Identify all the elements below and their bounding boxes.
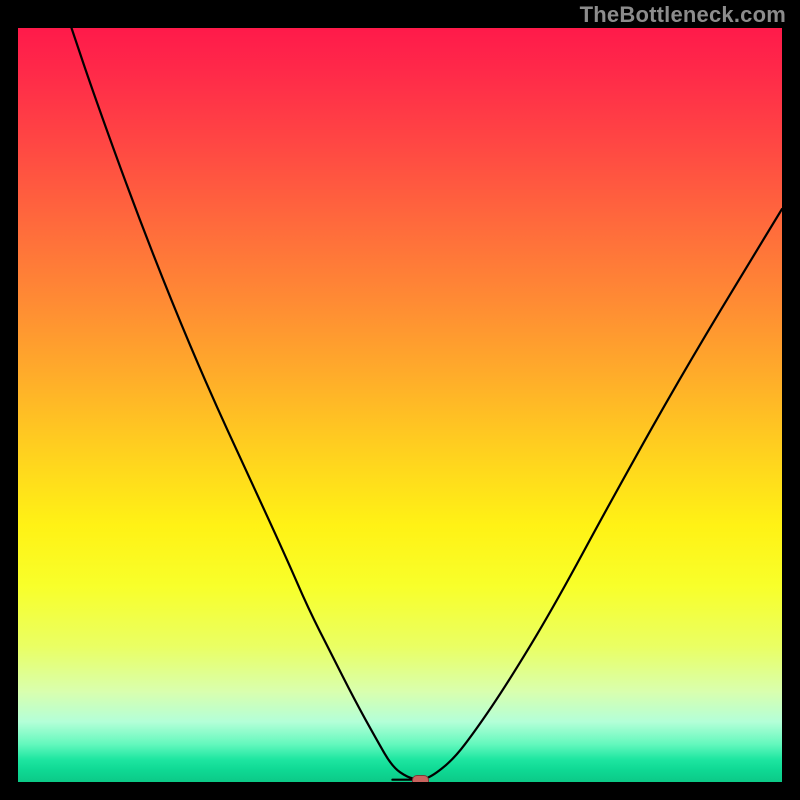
optimal-point-marker (412, 775, 429, 782)
bottleneck-curve (18, 28, 782, 782)
watermark-text: TheBottleneck.com (580, 2, 786, 28)
plot-area (18, 28, 782, 782)
chart-stage: TheBottleneck.com (0, 0, 800, 800)
